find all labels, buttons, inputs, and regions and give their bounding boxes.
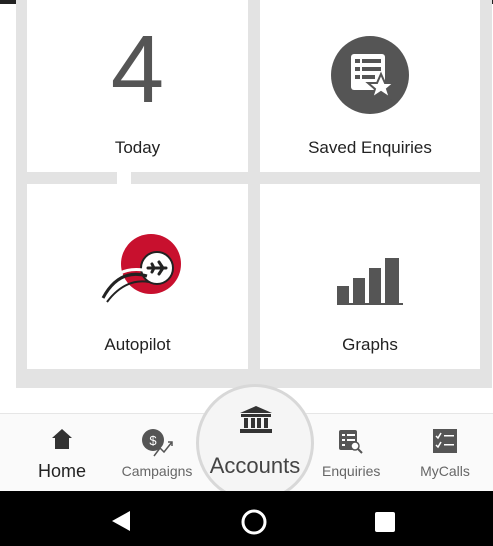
- back-icon[interactable]: [110, 510, 132, 537]
- saved-enquiries-label: Saved Enquiries: [308, 138, 432, 157]
- autopilot-tile[interactable]: Autopilot: [27, 184, 248, 369]
- saved-enquiries-icon: [331, 36, 409, 119]
- today-count: 4: [110, 16, 165, 123]
- campaigns-icon: $: [140, 428, 174, 463]
- recents-icon[interactable]: [374, 512, 396, 537]
- graphs-tile[interactable]: Graphs: [260, 184, 480, 369]
- home-button-icon[interactable]: [240, 508, 268, 541]
- tab-campaigns[interactable]: $ Campaigns: [112, 414, 202, 492]
- autopilot-label: Autopilot: [104, 335, 171, 354]
- bank-icon: [239, 405, 273, 440]
- enquiries-icon: [337, 428, 363, 459]
- tab-mycalls[interactable]: MyCalls: [404, 414, 486, 492]
- today-tile[interactable]: 4 Today: [27, 0, 248, 172]
- tab-mycalls-label: MyCalls: [420, 463, 470, 479]
- tab-enquiries[interactable]: Enquiries: [322, 414, 381, 492]
- bar-chart-icon: [337, 256, 405, 311]
- tab-accounts[interactable]: Accounts: [196, 384, 314, 502]
- tab-accounts-label: Accounts: [209, 453, 301, 478]
- checklist-icon: [432, 428, 458, 459]
- home-icon: [51, 428, 73, 455]
- tab-enquiries-label: Enquiries: [322, 463, 381, 479]
- tab-home-label: Home: [37, 461, 86, 481]
- tab-campaigns-label: Campaigns: [121, 463, 193, 479]
- grid-connector: [117, 170, 131, 184]
- graphs-label: Graphs: [342, 335, 398, 354]
- autopilot-icon: [99, 228, 185, 313]
- system-nav-bar: [0, 491, 493, 546]
- tab-home[interactable]: Home: [20, 414, 104, 492]
- saved-enquiries-tile[interactable]: Saved Enquiries: [260, 0, 480, 172]
- svg-text:$: $: [149, 433, 157, 448]
- today-label: Today: [114, 138, 161, 157]
